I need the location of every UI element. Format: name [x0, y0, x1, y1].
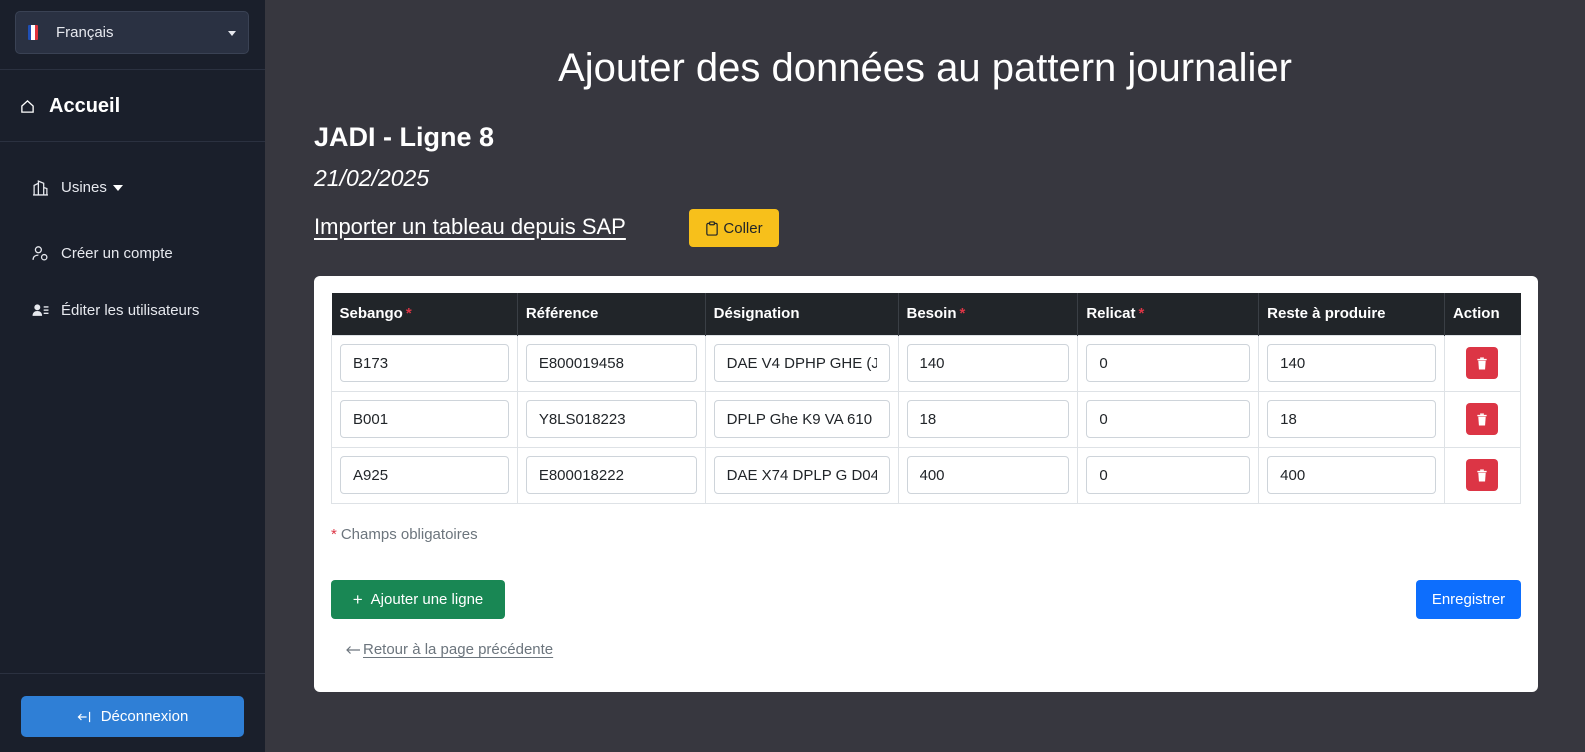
arrow-left-icon [346, 645, 360, 654]
header-sebango: Sebango * [331, 293, 518, 335]
nav-home-label: Accueil [49, 95, 121, 117]
caret-down-icon [112, 184, 123, 191]
reference-input[interactable] [525, 456, 697, 494]
add-row-label: Ajouter une ligne [370, 591, 484, 608]
save-button[interactable]: Enregistrer [1416, 580, 1521, 619]
data-table: Sebango * Référence Désignation Besoin * R… [331, 293, 1522, 504]
reste-input[interactable] [1267, 344, 1436, 382]
table-row [331, 334, 1522, 392]
table-row [331, 446, 1522, 504]
sidebar-item-label: Usines [61, 179, 107, 196]
reference-input[interactable] [525, 400, 697, 438]
sebango-input[interactable] [340, 400, 509, 438]
header-reference: Référence [517, 293, 706, 335]
header-reste: Reste à produire [1258, 293, 1445, 335]
sidebar-item-label: Créer un compte [61, 245, 173, 262]
date-label: 21/02/2025 [314, 165, 430, 191]
add-row-button[interactable]: + Ajouter une ligne [331, 580, 505, 619]
page-title: Ajouter des données au pattern journalie… [558, 46, 1292, 90]
sidebar-item-create-account[interactable]: Créer un compte [32, 245, 173, 262]
building-icon [33, 180, 48, 196]
data-card: Sebango * Référence Désignation Besoin * R… [314, 276, 1538, 692]
clipboard-icon [706, 220, 719, 236]
nav-home[interactable]: Accueil [20, 95, 120, 118]
logout-icon [77, 711, 90, 722]
sidebar-item-usines[interactable]: Usines [32, 179, 123, 196]
sidebar-item-label: Éditer les utilisateurs [61, 302, 200, 319]
required-fields-note: * Champs obligatoires [331, 526, 478, 543]
relicat-input[interactable] [1086, 400, 1251, 438]
sidebar: Français Accueil Usines Créer un compte … [0, 0, 265, 752]
designation-input[interactable] [713, 344, 890, 382]
trash-icon [1477, 412, 1488, 426]
besoin-input[interactable] [906, 344, 1070, 382]
header-action: Action [1444, 293, 1521, 335]
relicat-input[interactable] [1086, 456, 1251, 494]
table-row [331, 390, 1522, 448]
back-link-label: Retour à la page précédente [363, 641, 554, 658]
besoin-input[interactable] [906, 400, 1070, 438]
reference-input[interactable] [525, 344, 697, 382]
divider [0, 673, 265, 674]
header-besoin: Besoin * [898, 293, 1079, 335]
header-relicat: Relicat * [1077, 293, 1260, 335]
paste-button[interactable]: Coller [689, 209, 779, 247]
relicat-input[interactable] [1086, 344, 1251, 382]
besoin-input[interactable] [906, 456, 1070, 494]
trash-icon [1477, 468, 1488, 482]
line-title: JADI - Ligne 8 [314, 122, 495, 152]
header-designation: Désignation [705, 293, 899, 335]
sebango-input[interactable] [340, 344, 509, 382]
person-gear-icon [32, 246, 48, 261]
divider [0, 141, 265, 142]
trash-icon [1477, 356, 1488, 370]
language-select[interactable]: Français [15, 11, 249, 54]
designation-input[interactable] [713, 400, 890, 438]
delete-row-button[interactable] [1466, 459, 1499, 491]
plus-icon: + [352, 589, 363, 609]
table-header-row: Sebango * Référence Désignation Besoin * R… [331, 293, 1521, 335]
divider [0, 69, 265, 70]
chevron-down-icon [228, 31, 236, 36]
reste-input[interactable] [1267, 400, 1436, 438]
logout-label: Déconnexion [100, 708, 189, 725]
language-label: Français [56, 24, 114, 41]
sebango-input[interactable] [340, 456, 509, 494]
delete-row-button[interactable] [1466, 347, 1499, 379]
logout-button[interactable]: Déconnexion [21, 696, 244, 737]
back-link[interactable]: Retour à la page précédente [345, 641, 553, 658]
person-lines-icon [32, 304, 49, 316]
sidebar-item-edit-users[interactable]: Éditer les utilisateurs [32, 302, 199, 319]
paste-label: Coller [723, 219, 763, 237]
home-icon [21, 99, 34, 113]
french-flag-icon [28, 25, 38, 40]
designation-input[interactable] [713, 456, 890, 494]
import-sap-link[interactable]: Importer un tableau depuis SAP [314, 214, 626, 240]
reste-input[interactable] [1267, 456, 1436, 494]
delete-row-button[interactable] [1466, 403, 1499, 435]
